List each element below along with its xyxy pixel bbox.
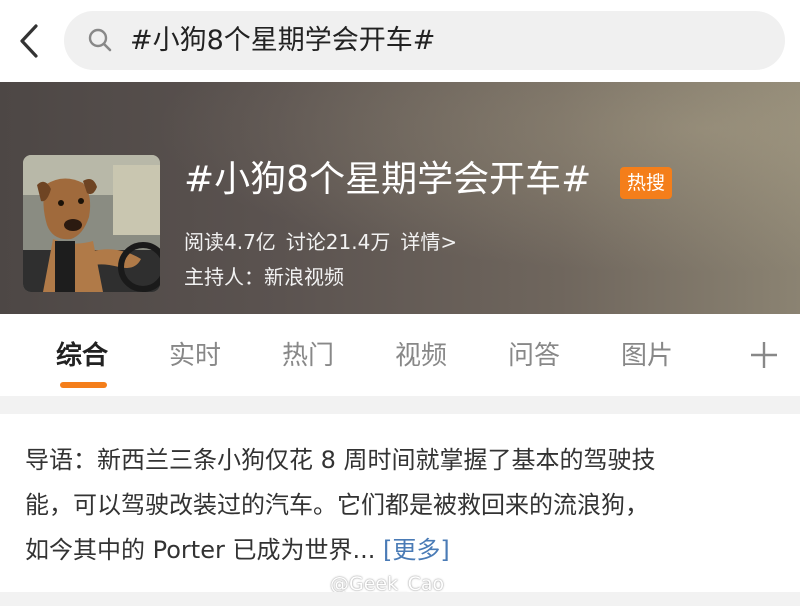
intro-line-2: 能，可以驾驶改装过的汽车。它们都是被救回来的流浪狗，	[25, 491, 649, 519]
top-bar: #小狗8个星期学会开车#	[0, 0, 800, 82]
topic-thumbnail[interactable]	[23, 155, 160, 292]
section-divider	[0, 396, 800, 414]
dog-driving-image	[23, 155, 160, 292]
tab-pictures[interactable]: 图片	[621, 338, 673, 374]
tab-popular[interactable]: 热门	[282, 338, 334, 374]
intro-line-1: 导语：新西兰三条小狗仅花 8 周时间就掌握了基本的驾驶技	[25, 446, 656, 474]
tab-bar: 综合 实时 热门 视频 问答 图片	[0, 314, 800, 396]
active-tab-indicator	[60, 382, 107, 388]
back-button[interactable]	[12, 20, 52, 62]
tab-video[interactable]: 视频	[395, 338, 447, 374]
details-link[interactable]: 详情>	[400, 230, 457, 254]
bottom-divider	[0, 592, 800, 606]
topic-banner: #小狗8个星期学会开车# 热搜 阅读4.7亿 讨论21.4万 详情> 主持人：新浪视…	[0, 82, 800, 314]
topic-host[interactable]: 主持人：新浪视频	[184, 262, 344, 292]
topic-intro: 导语：新西兰三条小狗仅花 8 周时间就掌握了基本的驾驶技 能，可以驾驶改装过的汽…	[25, 438, 785, 573]
tab-qa[interactable]: 问答	[508, 338, 560, 374]
read-count: 阅读4.7亿	[184, 230, 276, 254]
tab-overall[interactable]: 综合	[56, 338, 108, 374]
search-query-text: #小狗8个星期学会开车#	[130, 25, 436, 56]
more-link[interactable]: [更多]	[383, 536, 450, 564]
intro-line-3-text: 如今其中的 Porter 已成为世界...	[25, 536, 376, 564]
topic-title: #小狗8个星期学会开车#	[184, 159, 592, 200]
intro-line-3: 如今其中的 Porter 已成为世界... [更多]	[25, 528, 785, 573]
topic-stats: 阅读4.7亿 讨论21.4万 详情>	[184, 227, 467, 257]
search-input[interactable]: #小狗8个星期学会开车#	[64, 11, 785, 70]
plus-icon[interactable]	[749, 340, 779, 370]
tab-realtime[interactable]: 实时	[169, 338, 221, 374]
search-icon	[88, 28, 112, 52]
hot-search-badge: 热搜	[620, 167, 673, 199]
discussion-count: 讨论21.4万	[285, 230, 391, 254]
chevron-left-icon	[20, 24, 38, 58]
